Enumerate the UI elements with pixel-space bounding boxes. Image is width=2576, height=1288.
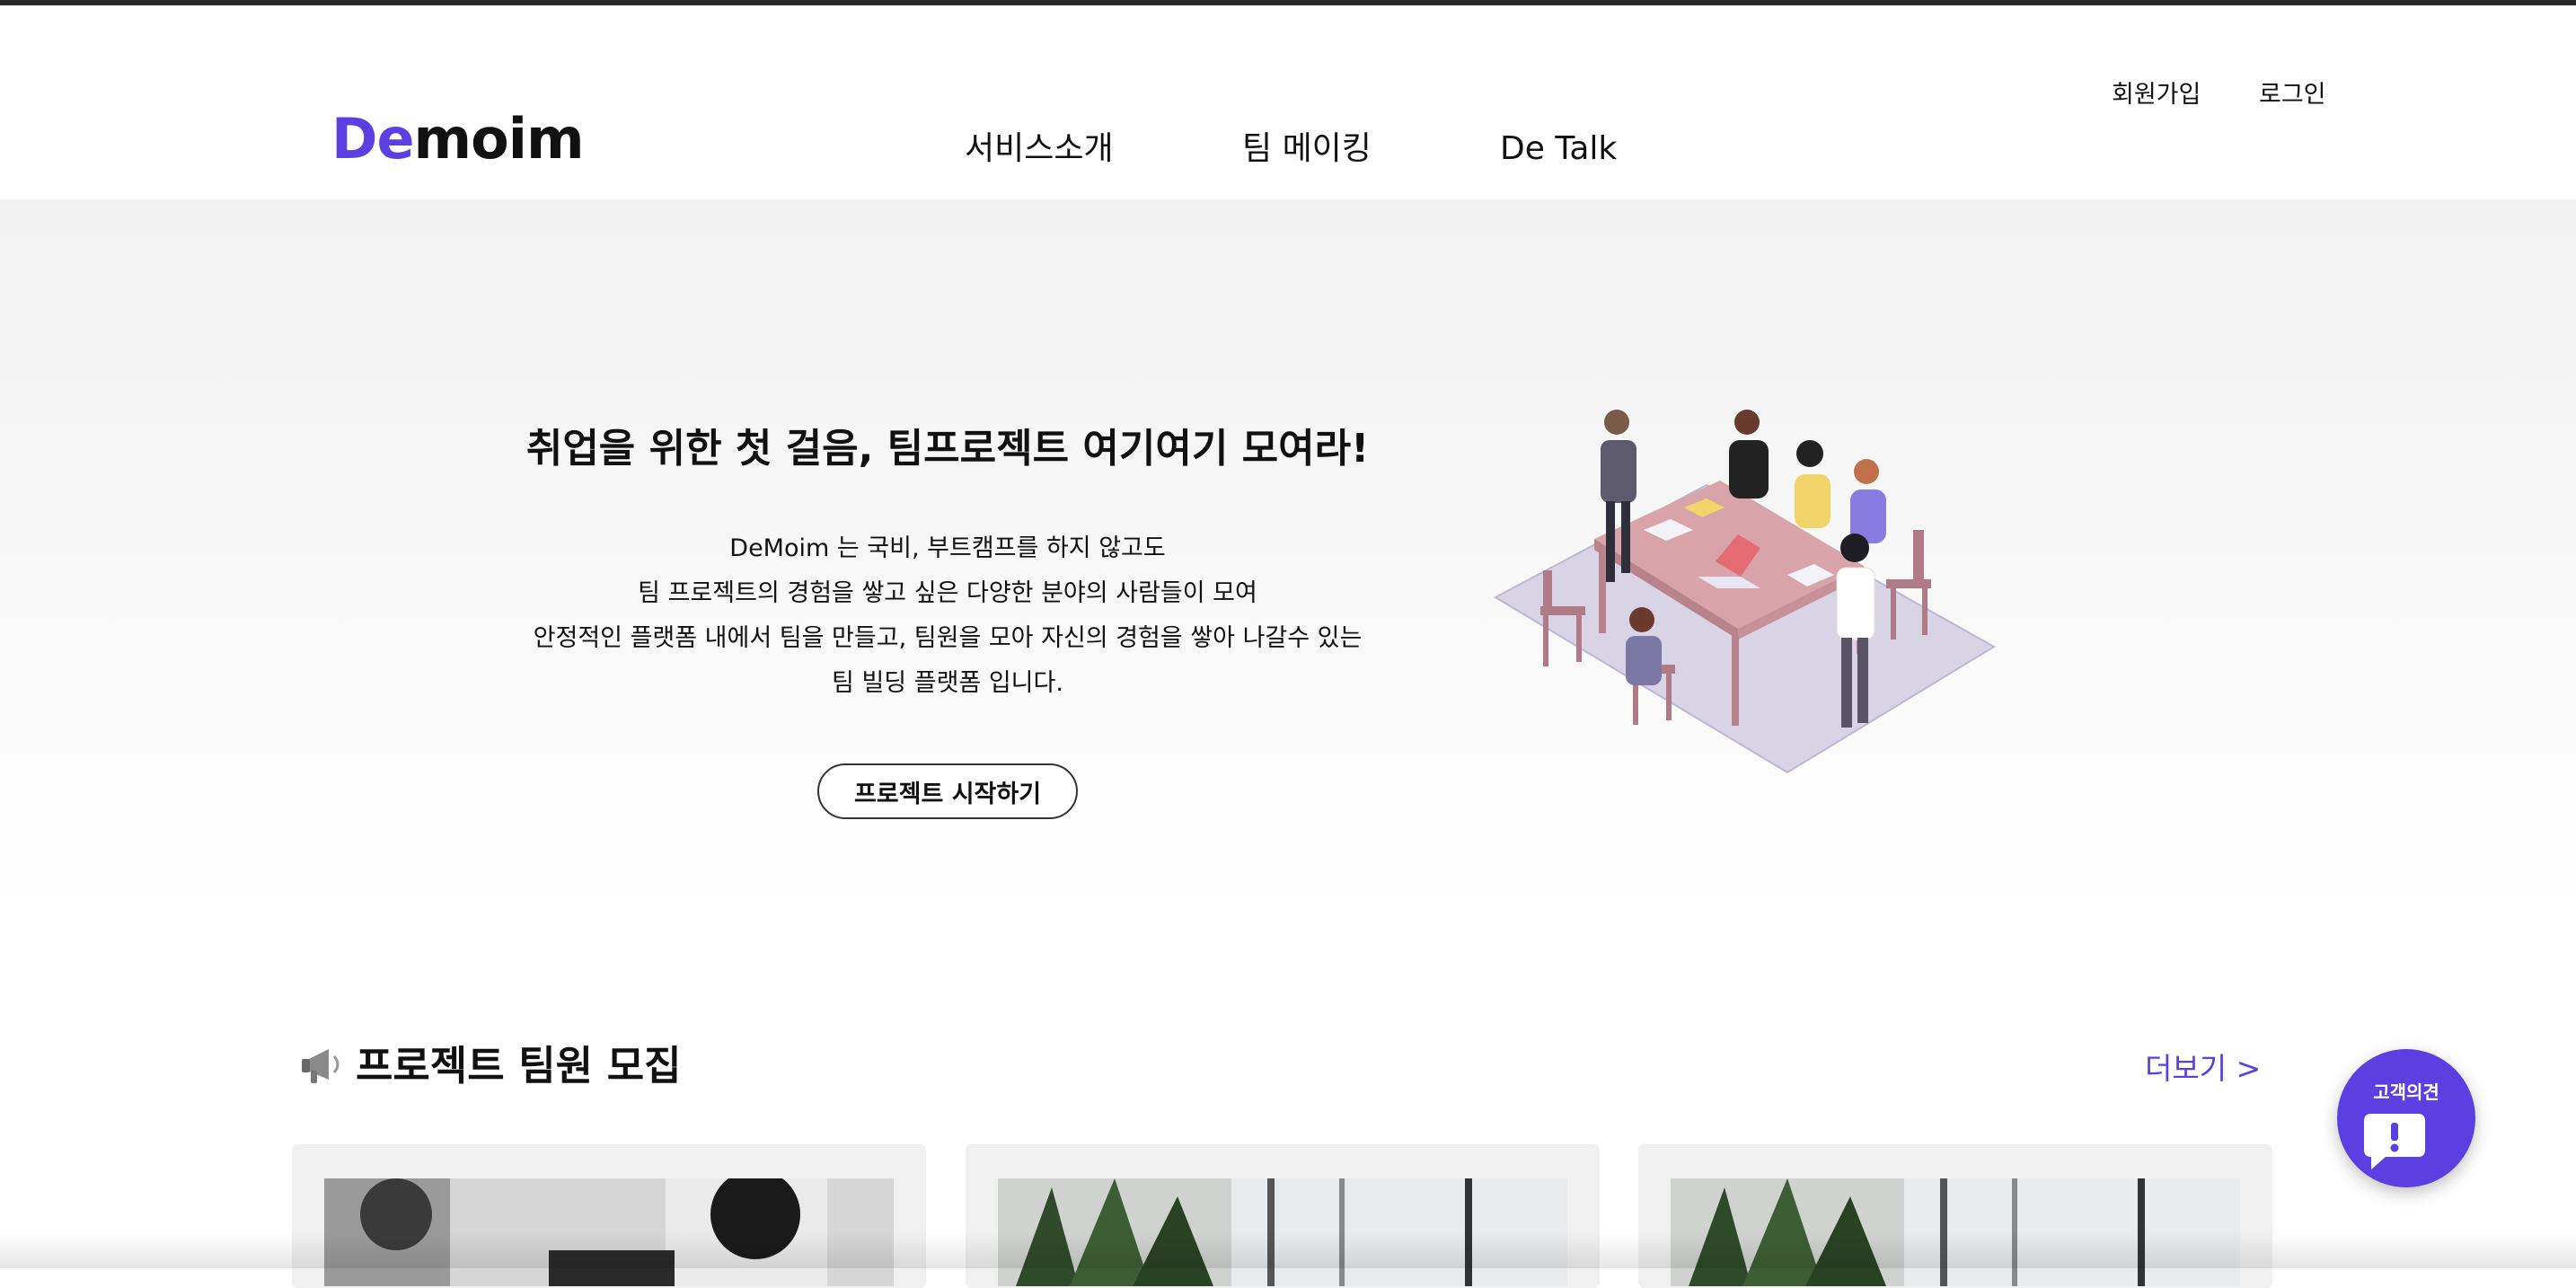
signup-link[interactable]: 회원가입 bbox=[2112, 83, 2201, 107]
start-project-button[interactable]: 프로젝트 시작하기 bbox=[817, 763, 1078, 819]
project-card-image bbox=[324, 1178, 894, 1286]
nav-service-intro[interactable]: 서비스소개 bbox=[965, 133, 1114, 165]
project-card[interactable] bbox=[292, 1144, 926, 1288]
logo-part-de: De bbox=[331, 106, 415, 172]
recruit-title-text: 프로젝트 팀원 모집 bbox=[356, 1042, 682, 1090]
logo-part-moim: moim bbox=[413, 106, 585, 172]
project-card-image bbox=[998, 1178, 1567, 1286]
project-card[interactable] bbox=[1638, 1144, 2272, 1288]
hero-section: 취업을 위한 첫 걸음, 팀프로젝트 여기여기 모여라! DeMoim 는 국비… bbox=[0, 199, 2576, 918]
feedback-label: 고객의견 bbox=[2373, 1081, 2439, 1103]
more-link[interactable]: 더보기 > bbox=[2145, 1051, 2261, 1087]
team-meeting-illustration bbox=[1493, 410, 1996, 774]
nav-de-talk[interactable]: De Talk bbox=[1500, 133, 1617, 165]
feedback-button[interactable]: 고객의견 bbox=[2337, 1049, 2475, 1187]
nav-team-making[interactable]: 팀 메이킹 bbox=[1242, 133, 1372, 165]
project-card[interactable] bbox=[966, 1144, 1600, 1288]
logo[interactable]: Demoim bbox=[331, 111, 585, 167]
speech-bubble-exclamation-icon bbox=[2364, 1114, 2425, 1169]
login-link[interactable]: 로그인 bbox=[2259, 83, 2326, 107]
recruit-section-title: 프로젝트 팀원 모집 bbox=[302, 1042, 682, 1090]
site-header: Demoim 서비스소개 팀 메이킹 De Talk 회원가입 로그인 bbox=[0, 5, 2576, 199]
project-card-image bbox=[1671, 1178, 2240, 1286]
megaphone-icon bbox=[302, 1049, 340, 1083]
